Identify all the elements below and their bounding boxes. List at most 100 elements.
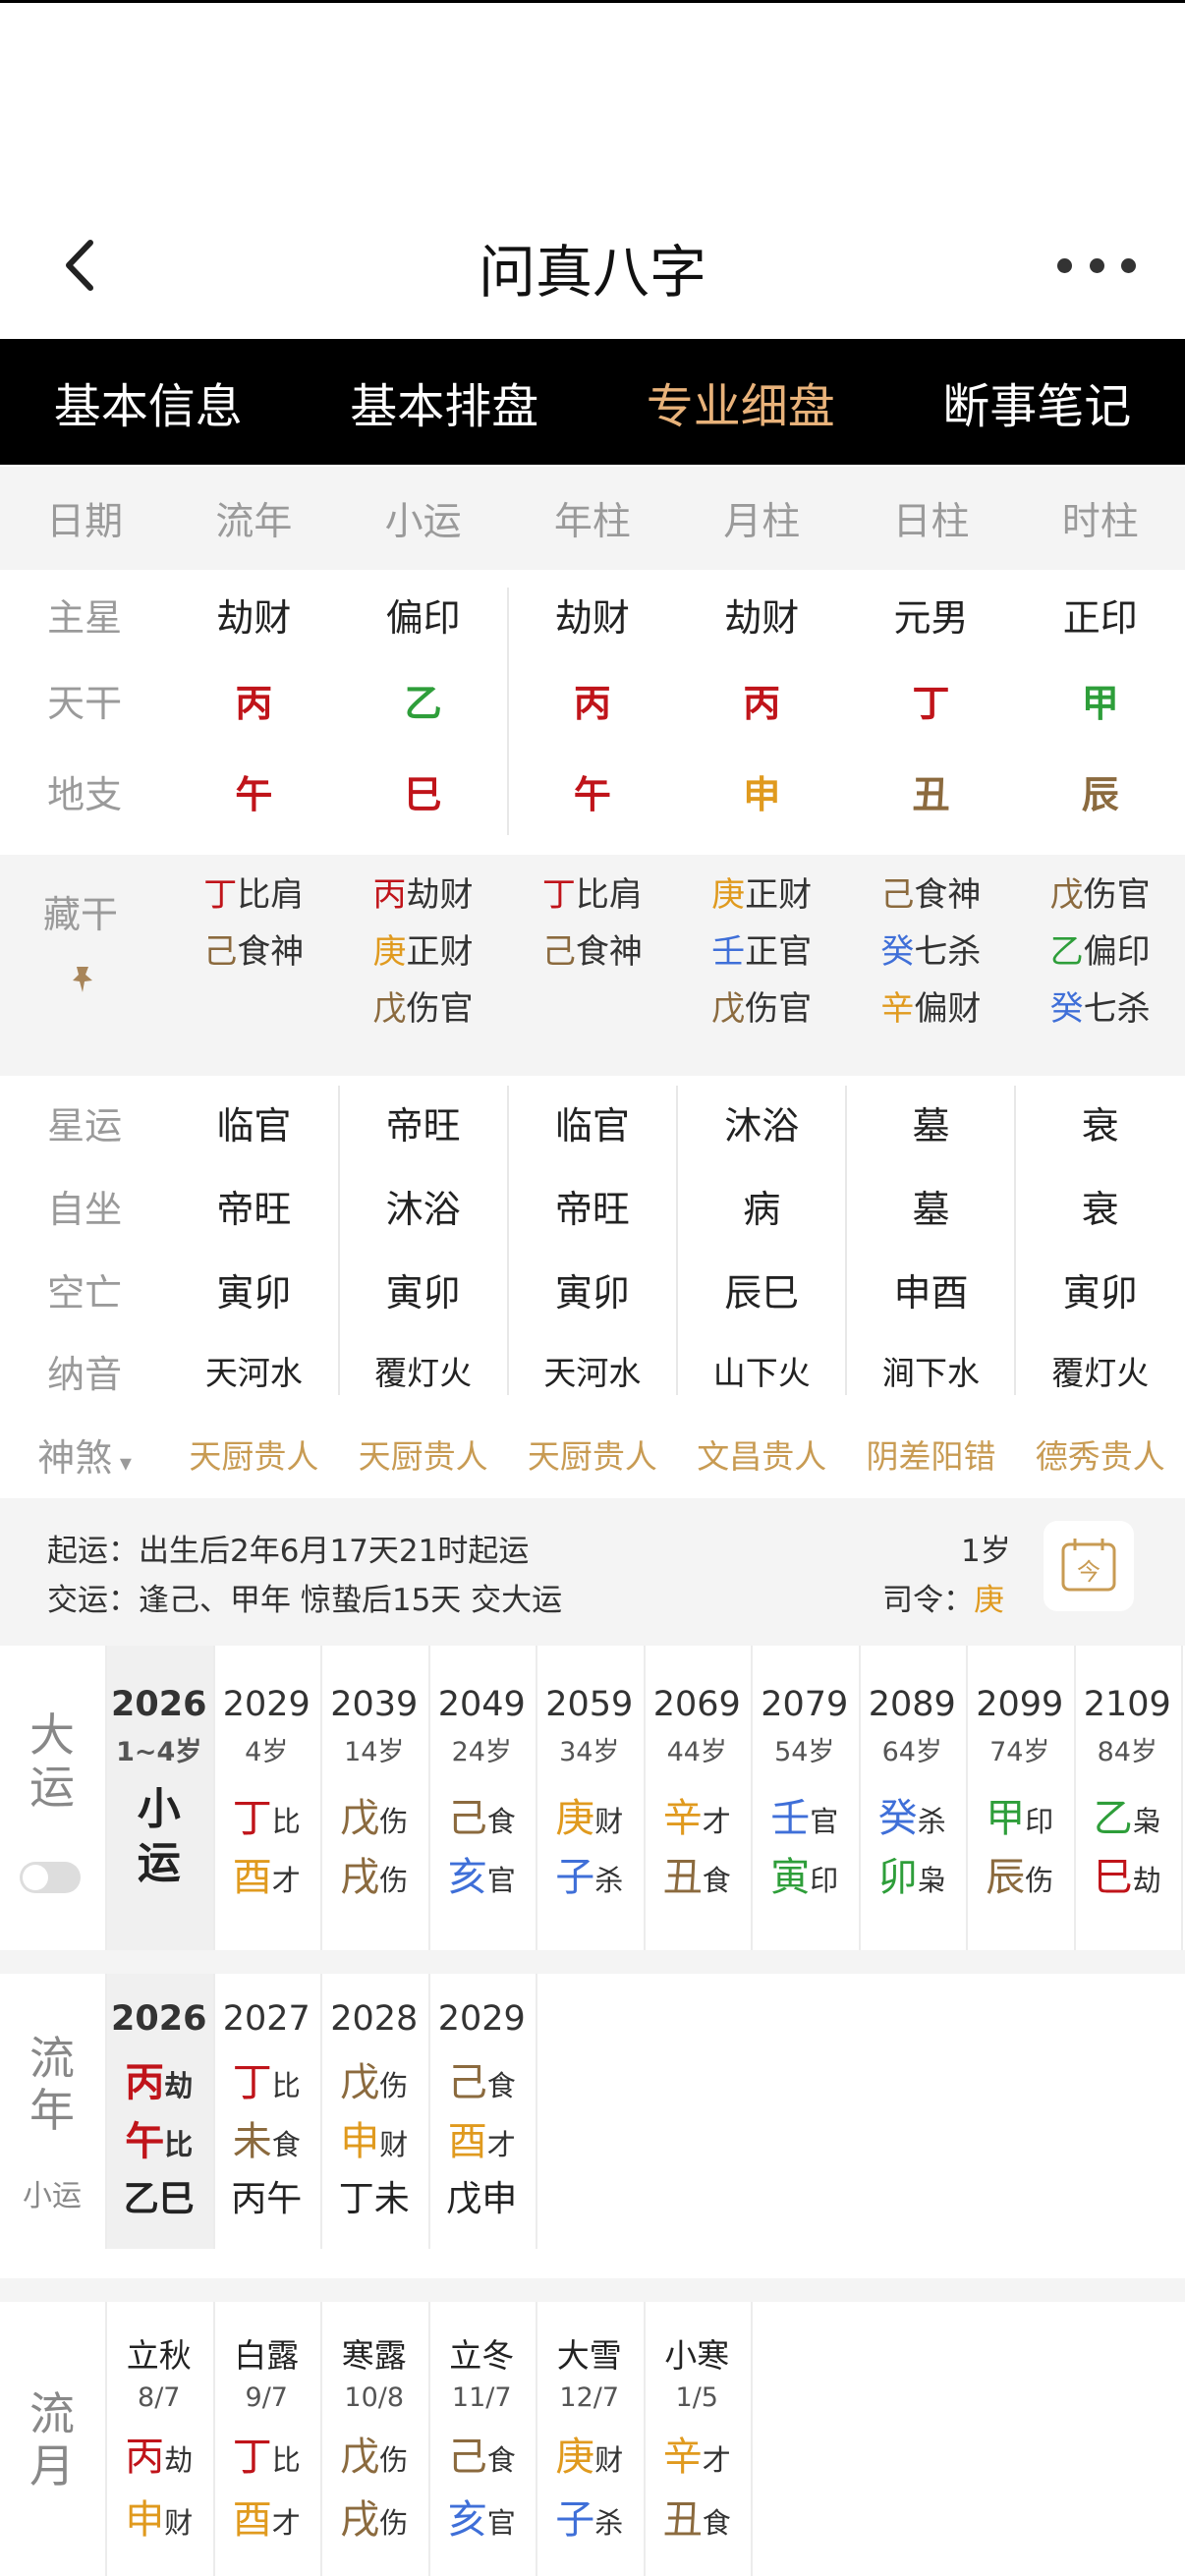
canggan-item: 戊伤官 xyxy=(372,989,474,1029)
shensha-cell[interactable]: 阴差阳错 xyxy=(846,1430,1015,1478)
zhuxing-cell: 劫财 xyxy=(554,595,630,640)
zhuxing-cell: 劫财 xyxy=(724,595,800,640)
xingyun-cell: 帝旺 xyxy=(385,1104,461,1148)
col-header-month: 月柱 xyxy=(723,499,801,544)
divider xyxy=(1181,1646,1183,1950)
xingyun-cell: 墓 xyxy=(912,1104,950,1148)
dayun-cell[interactable]: 2109 84岁 乙枭 巳劫 xyxy=(1074,1646,1182,1950)
dayun-cell[interactable]: 2089 64岁 癸杀 卯枭 xyxy=(859,1646,967,1950)
dayun-cell[interactable]: 2029 4岁 丁比 酉才 xyxy=(213,1646,321,1950)
divider xyxy=(966,1646,968,1950)
row-label: 星运 xyxy=(47,1104,123,1148)
row-label: 主星 xyxy=(47,595,123,640)
shensha-dropdown[interactable]: 神煞 ▾ xyxy=(0,1428,169,1482)
tab-bar: 基本信息 基本排盘 专业细盘 断事笔记 xyxy=(0,339,1185,465)
liuyue-cell[interactable]: 寒露 10/8 戊伤 戌伤 xyxy=(320,2302,428,2576)
liunian-cell[interactable]: 2027 丁比 未食 丙午 xyxy=(213,1974,321,2249)
siling-label: 司令： xyxy=(882,1583,974,1618)
calendar-today-button[interactable]: 今 xyxy=(1044,1521,1134,1611)
canggan-section: 藏干 丁比肩 己食神 丙劫财 庚正财 戊伤官 丁比肩 己食神 庚正财 壬正官 戊伤官 己食神 癸七杀辛… xyxy=(0,855,1185,1076)
xingyun-cell: 沐浴 xyxy=(724,1104,800,1148)
canggan-item: 戊伤官 xyxy=(711,989,813,1029)
canggan-item: 辛偏财 xyxy=(880,989,982,1029)
dizhi-cell: 午 xyxy=(573,773,611,816)
col-header-year: 年柱 xyxy=(553,499,631,544)
canggan-column: 丁比肩 己食神 xyxy=(508,867,677,980)
dayun-cell[interactable]: 2079 54岁 壬官 寅印 xyxy=(751,1646,859,1950)
zizuo-cell: 衰 xyxy=(1081,1188,1119,1231)
kongwang-cell: 辰巳 xyxy=(724,1271,800,1315)
zizuo-cell: 帝旺 xyxy=(216,1188,292,1231)
liuyue-cell[interactable]: 立冬 11/7 己食 亥官 xyxy=(428,2302,536,2576)
canggan-item: 丁比肩 xyxy=(203,875,305,915)
shensha-cell[interactable]: 天厨贵人 xyxy=(339,1430,508,1478)
liunian-subtitle: 小运 xyxy=(23,2179,82,2213)
divider xyxy=(643,1646,646,1950)
liunian-cell[interactable]: 2029 己食 酉才 戊申 xyxy=(428,1974,536,2249)
divider xyxy=(1073,1646,1076,1950)
divider xyxy=(212,1974,215,2249)
shensha-cell[interactable]: 德秀贵人 xyxy=(1016,1430,1185,1478)
col-header-day: 日柱 xyxy=(892,499,970,544)
divider xyxy=(427,2302,430,2576)
row-label: 地支 xyxy=(47,773,123,816)
qiyun-jiaoyun: 交运：逢己、甲年 惊蛰后15天 交大运 xyxy=(47,1583,563,1618)
tiangan-cell: 乙 xyxy=(404,682,442,725)
tab-basic-info[interactable]: 基本信息 xyxy=(0,339,297,465)
calendar-icon: 今 xyxy=(1061,1539,1116,1592)
dayun-cell[interactable]: 2059 34岁 庚财 子杀 xyxy=(536,1646,644,1950)
row-label: 纳音 xyxy=(47,1352,123,1396)
xingyun-row: 星运 临官 帝旺 临官 沐浴 墓 衰 xyxy=(0,1086,1185,1159)
nayin-cell: 天河水 xyxy=(543,1354,642,1392)
canggan-item: 丙劫财 xyxy=(372,875,474,915)
canggan-item: 己食神 xyxy=(541,932,643,972)
divider xyxy=(427,1974,430,2249)
divider xyxy=(212,2302,215,2576)
chevron-down-icon: ▾ xyxy=(112,1448,132,1477)
dayun-cell[interactable]: 2069 44岁 辛才 丑食 xyxy=(644,1646,752,1950)
top-border xyxy=(0,0,1185,3)
dayun-cell-current[interactable]: 2026 1~4岁 小运 xyxy=(105,1646,213,1950)
divider xyxy=(212,1646,215,1950)
col-header-liunian: 流年 xyxy=(215,499,293,544)
liuyue-cell[interactable]: 立秋 8/7 丙劫 申财 xyxy=(105,2302,213,2576)
row-label: 自坐 xyxy=(47,1188,123,1231)
liunian-cell[interactable]: 2028 戊伤 申财 丁未 xyxy=(320,1974,428,2249)
liuyue-cell[interactable]: 小寒 1/5 辛才 丑食 xyxy=(644,2302,752,2576)
dayun-cell[interactable]: 2099 74岁 甲印 辰伤 xyxy=(966,1646,1074,1950)
shensha-cell[interactable]: 天厨贵人 xyxy=(508,1430,677,1478)
more-options-icon[interactable] xyxy=(1057,236,1136,295)
dayun-cell[interactable]: 2049 24岁 己食 亥官 xyxy=(428,1646,536,1950)
dizhi-cell: 午 xyxy=(235,773,273,816)
zizuo-row: 自坐 帝旺 沐浴 帝旺 病 墓 衰 xyxy=(0,1169,1185,1243)
liuyue-cell[interactable]: 大雪 12/7 庚财 子杀 xyxy=(536,2302,644,2576)
zhuxing-cell: 元男 xyxy=(893,595,969,640)
tiangan-cell: 甲 xyxy=(1081,682,1119,725)
shensha-cell[interactable]: 文昌贵人 xyxy=(677,1430,846,1478)
xiaoyun-toggle[interactable] xyxy=(20,1862,81,1893)
liunian-cell[interactable]: 2026 丙劫 午比 乙巳 xyxy=(105,1974,213,2249)
divider xyxy=(320,1646,322,1950)
liuyue-title: 流月 xyxy=(29,2387,75,2492)
xingyun-cell: 衰 xyxy=(1081,1104,1119,1148)
tab-basic-chart[interactable]: 基本排盘 xyxy=(297,339,593,465)
shensha-row: 神煞 ▾ 天厨贵人 天厨贵人 天厨贵人 文昌贵人 阴差阳错 德秀贵人 xyxy=(0,1420,1185,1488)
tab-pro-chart[interactable]: 专业细盘 xyxy=(592,339,889,465)
divider xyxy=(320,1974,322,2249)
canggan-item: 庚正财 xyxy=(372,932,474,972)
row-label: 天干 xyxy=(47,682,123,725)
liuyue-cell[interactable]: 白露 9/7 丁比 酉才 xyxy=(213,2302,321,2576)
qiyun-age: 1岁 xyxy=(961,1534,1011,1569)
shensha-cell[interactable]: 天厨贵人 xyxy=(169,1430,338,1478)
nayin-cell: 天河水 xyxy=(204,1354,303,1392)
pin-icon[interactable] xyxy=(67,963,98,994)
col-header-hour: 时柱 xyxy=(1061,499,1139,544)
dizhi-cell: 巳 xyxy=(404,773,442,816)
dizhi-cell: 申 xyxy=(743,773,781,816)
dayun-cell[interactable]: 2039 14岁 戊伤 戌伤 xyxy=(320,1646,428,1950)
tab-notes[interactable]: 断事笔记 xyxy=(889,339,1185,465)
xingyun-cell: 临官 xyxy=(554,1104,630,1148)
kongwang-row: 空亡 寅卯 寅卯 寅卯 辰巳 申酉 寅卯 xyxy=(0,1253,1185,1326)
app-header: 问真八字 xyxy=(0,196,1185,334)
divider xyxy=(643,2302,646,2576)
